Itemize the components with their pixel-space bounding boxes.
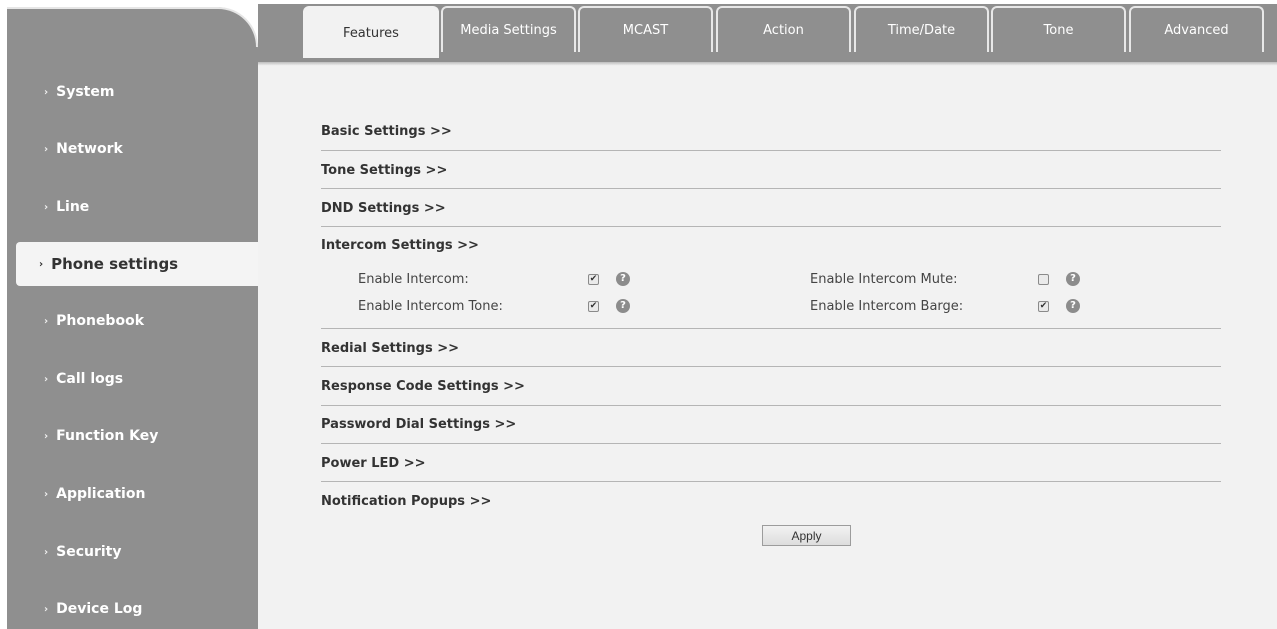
sidebar-item-phonebook[interactable]: › Phonebook xyxy=(7,301,258,341)
divider xyxy=(321,366,1221,367)
apply-button[interactable]: Apply xyxy=(762,525,851,546)
chevron-right-icon: › xyxy=(39,258,44,270)
sidebar-item-label: Phone settings xyxy=(51,255,179,273)
divider xyxy=(321,226,1221,227)
section-password-dial-settings[interactable]: Password Dial Settings >> xyxy=(321,417,1221,432)
tab-tone[interactable]: Tone xyxy=(991,6,1126,52)
divider xyxy=(321,188,1221,189)
sidebar-edge xyxy=(7,7,258,47)
tab-media-settings[interactable]: Media Settings xyxy=(441,6,576,52)
tab-features[interactable]: Features xyxy=(303,6,439,58)
chevron-right-icon: › xyxy=(44,488,49,500)
sidebar-item-network[interactable]: › Network xyxy=(7,129,258,169)
enable-intercom-barge-checkbox[interactable]: ✔ xyxy=(1038,301,1049,312)
chevron-right-icon: › xyxy=(44,86,49,98)
sidebar-item-label: Network xyxy=(56,141,123,157)
sidebar-item-line[interactable]: › Line xyxy=(7,187,258,227)
help-icon[interactable]: ? xyxy=(1066,299,1080,313)
chevron-right-icon: › xyxy=(44,546,49,558)
tab-action[interactable]: Action xyxy=(716,6,851,52)
sidebar-item-label: Line xyxy=(56,199,90,215)
section-basic-settings[interactable]: Basic Settings >> xyxy=(321,124,1221,139)
section-dnd-settings[interactable]: DND Settings >> xyxy=(321,201,1221,216)
divider xyxy=(321,150,1221,151)
help-icon[interactable]: ? xyxy=(1066,272,1080,286)
sidebar-item-device-log[interactable]: › Device Log xyxy=(7,589,258,629)
chevron-right-icon: › xyxy=(44,201,49,213)
enable-intercom-tone-label: Enable Intercom Tone: xyxy=(358,299,503,314)
section-power-led[interactable]: Power LED >> xyxy=(321,456,1221,471)
enable-intercom-mute-checkbox[interactable] xyxy=(1038,274,1049,285)
sidebar-item-call-logs[interactable]: › Call logs xyxy=(7,359,258,399)
tab-mcast[interactable]: MCAST xyxy=(578,6,713,52)
section-intercom-settings[interactable]: Intercom Settings >> xyxy=(321,238,1221,253)
chevron-right-icon: › xyxy=(44,315,49,327)
section-response-code-settings[interactable]: Response Code Settings >> xyxy=(321,379,1221,394)
section-redial-settings[interactable]: Redial Settings >> xyxy=(321,341,1221,356)
enable-intercom-checkbox[interactable]: ✔ xyxy=(588,274,599,285)
chevron-right-icon: › xyxy=(44,373,49,385)
sidebar-item-label: Call logs xyxy=(56,371,124,387)
chevron-right-icon: › xyxy=(44,603,49,615)
divider xyxy=(321,405,1221,406)
tab-time-date[interactable]: Time/Date xyxy=(854,6,989,52)
sidebar-item-system[interactable]: › System xyxy=(7,72,258,112)
sidebar-item-application[interactable]: › Application xyxy=(7,474,258,514)
chevron-right-icon: › xyxy=(44,430,49,442)
divider xyxy=(321,443,1221,444)
tab-advanced[interactable]: Advanced xyxy=(1129,6,1264,52)
section-tone-settings[interactable]: Tone Settings >> xyxy=(321,163,1221,178)
sidebar-item-label: Application xyxy=(56,486,146,502)
sidebar-item-function-key[interactable]: › Function Key xyxy=(7,416,258,456)
divider xyxy=(321,328,1221,329)
enable-intercom-tone-checkbox[interactable]: ✔ xyxy=(588,301,599,312)
sidebar-item-phone-settings[interactable]: › Phone settings xyxy=(16,242,258,286)
enable-intercom-mute-label: Enable Intercom Mute: xyxy=(810,272,958,287)
sidebar-item-label: Phonebook xyxy=(56,313,145,329)
enable-intercom-barge-label: Enable Intercom Barge: xyxy=(810,299,964,314)
sidebar-item-label: Security xyxy=(56,544,122,560)
help-icon[interactable]: ? xyxy=(616,299,630,313)
sidebar-item-label: System xyxy=(56,84,115,100)
help-icon[interactable]: ? xyxy=(616,272,630,286)
sidebar-item-label: Device Log xyxy=(56,601,143,617)
sidebar-item-label: Function Key xyxy=(56,428,159,444)
divider xyxy=(321,481,1221,482)
section-notification-popups[interactable]: Notification Popups >> xyxy=(321,494,1221,509)
enable-intercom-label: Enable Intercom: xyxy=(358,272,469,287)
main-content: Basic Settings >> Tone Settings >> DND S… xyxy=(258,66,1277,629)
sidebar-item-security[interactable]: › Security xyxy=(7,532,258,572)
chevron-right-icon: › xyxy=(44,143,49,155)
